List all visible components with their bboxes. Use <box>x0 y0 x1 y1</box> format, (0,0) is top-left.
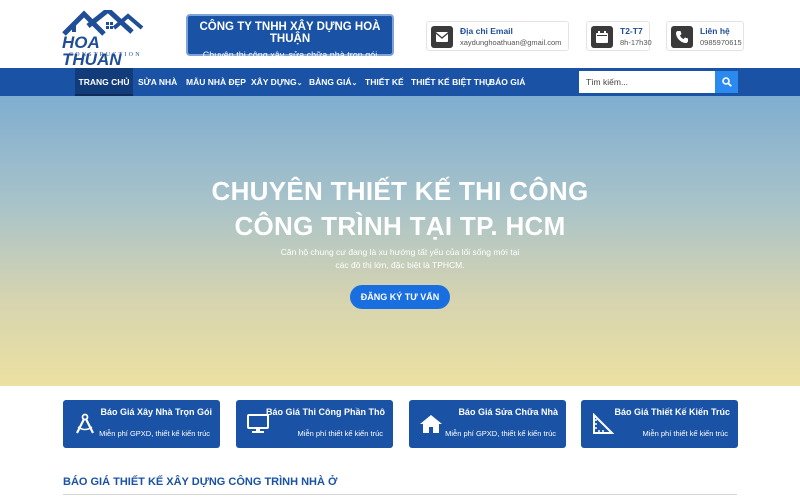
nav-item-xay-dung-label: XÂY DỰNG <box>251 77 297 87</box>
section-title: BÁO GIÁ THIẾT KẾ XÂY DỰNG CÔNG TRÌNH NHÀ… <box>63 476 338 488</box>
nav-item-bang-gia-label: BẢNG GIÁ <box>309 77 352 87</box>
card-subtitle: Miễn phí thiết kế kiến trúc <box>642 429 728 438</box>
compass-icon <box>73 412 97 436</box>
contact-phone-title: Liên hệ <box>700 26 730 36</box>
card-subtitle: Miễn phí GPXD, thiết kế kiến trúc <box>445 429 556 438</box>
contact-email-value: xaydunghoathuan@gmail.com <box>460 38 562 47</box>
card-turnkey-quote[interactable]: Báo Giá Xây Nhà Trọn Gói Miễn phí GPXD, … <box>63 400 220 448</box>
logo-subtext: CONSTRUCTION <box>69 52 142 58</box>
site-header: HOA THUAN CONSTRUCTION CÔNG TY TNHH XÂY … <box>0 0 800 68</box>
mail-icon <box>431 26 453 48</box>
logo-text: HOA THUAN <box>62 33 122 69</box>
contact-hours-value: 8h-17h30 <box>620 38 652 47</box>
contact-hours-title: T2-T7 <box>620 26 643 36</box>
nav-item-sua-nha[interactable]: SỬA NHÀ <box>138 68 177 96</box>
nav-item-mau-nha-dep[interactable]: MẪU NHÀ ĐẸP <box>186 68 246 96</box>
card-subtitle: Miễn phí thiết kế kiến trúc <box>297 429 383 438</box>
search-icon <box>721 77 732 87</box>
search-input[interactable] <box>579 71 715 93</box>
company-banner: CÔNG TY TNHH XÂY DỰNG HOÀ THUẬN Chuyên t… <box>186 14 394 60</box>
card-title: Báo Giá Thiết Kế Kiến Trúc <box>614 407 730 417</box>
nav-item-xay-dung[interactable]: XÂY DỰNG⌄ <box>251 68 303 96</box>
nav-item-trang-chu[interactable]: TRANG CHỦ <box>75 68 133 96</box>
hero-title-line1: CHUYÊN THIẾT KẾ THI CÔNG <box>211 176 589 206</box>
card-repair-quote[interactable]: Báo Giá Sửa Chữa Nhà Miễn phí GPXD, thiế… <box>409 400 566 448</box>
hero-subtitle-line1: Căn hộ chung cư đang là xu hướng tất yếu… <box>280 247 520 257</box>
card-rough-construction-quote[interactable]: Báo Giá Thi Công Phần Thô Miễn phí thiết… <box>236 400 393 448</box>
hero-subtitle-line2: các đô thị lớn, đặc biệt là TPHCM. <box>335 260 465 270</box>
contact-hours: T2-T7 8h-17h30 <box>586 21 652 51</box>
home-icon <box>419 412 443 436</box>
ruler-icon <box>591 412 615 436</box>
card-title: Báo Giá Sửa Chữa Nhà <box>458 407 558 417</box>
search-button[interactable] <box>715 71 738 93</box>
nav-item-bang-gia[interactable]: BẢNG GIÁ⌄ <box>309 68 358 96</box>
card-subtitle: Miễn phí GPXD, thiết kế kiến trúc <box>99 429 210 438</box>
hero-title-line2: CÔNG TRÌNH TẠI TP. HCM <box>234 211 566 241</box>
site-logo[interactable]: HOA THUAN CONSTRUCTION <box>62 10 162 68</box>
contact-phone-value: 0985970615 <box>700 38 742 47</box>
consult-signup-button[interactable]: ĐĂNG KÝ TƯ VẤN <box>350 285 450 309</box>
nav-item-bao-gia[interactable]: BÁO GIÁ <box>489 68 525 96</box>
nav-item-thiet-ke-biet-thu[interactable]: THIẾT KẾ BIỆT THỰ <box>411 68 492 96</box>
hero-banner: CHUYÊN THIẾT KẾ THI CÔNG CÔNG TRÌNH TẠI … <box>0 96 800 386</box>
contact-email[interactable]: Địa chỉ Email xaydunghoathuan@gmail.com <box>426 21 569 51</box>
company-name: CÔNG TY TNHH XÂY DỰNG HOÀ THUẬN <box>199 21 381 45</box>
contact-email-title: Địa chỉ Email <box>460 26 513 36</box>
company-tagline: Chuyên thi công xây, sửa chữa nhà trọn g… <box>202 50 378 60</box>
card-title: Báo Giá Thi Công Phần Thô <box>266 407 385 417</box>
nav-item-thiet-ke[interactable]: THIẾT KẾ <box>365 68 404 96</box>
calendar-icon <box>591 26 613 48</box>
card-title: Báo Giá Xây Nhà Trọn Gói <box>100 407 212 417</box>
chevron-down-icon: ⌄ <box>351 80 358 87</box>
phone-icon <box>671 26 693 48</box>
contact-phone[interactable]: Liên hệ 0985970615 <box>666 21 744 51</box>
card-architecture-design-quote[interactable]: Báo Giá Thiết Kế Kiến Trúc Miễn phí thiế… <box>581 400 738 448</box>
section-divider <box>63 494 737 495</box>
chevron-down-icon: ⌄ <box>296 80 303 87</box>
